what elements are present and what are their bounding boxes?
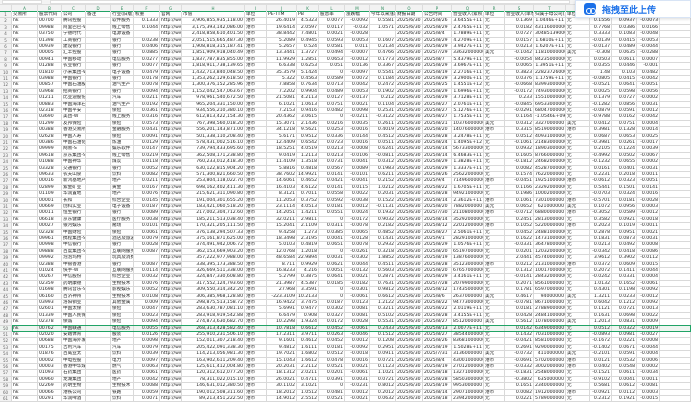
column-header-O[interactable]: O [396, 5, 423, 12]
select-all-corner[interactable] [0, 5, 12, 12]
formula-input[interactable] [50, 0, 570, 4]
cloud-upload-icon [584, 3, 596, 15]
column-header-C[interactable]: C [62, 5, 86, 12]
cell[interactable]: 2.5512 [297, 396, 319, 403]
cell[interactable] [86, 396, 111, 403]
column-header-Q[interactable]: Q [452, 5, 484, 12]
cell[interactable]: http://www [160, 396, 182, 403]
cell[interactable]: 2025/6/30 [396, 396, 423, 403]
cell[interactable]: 0.0071 [134, 396, 160, 403]
column-header-E[interactable]: E [111, 5, 134, 12]
column-header-L[interactable]: L [319, 5, 345, 12]
cell[interactable]: 饮料 [111, 396, 134, 403]
cell[interactable]: 元 [484, 396, 505, 403]
cell[interactable]: 5789000000 [534, 396, 566, 403]
column-header-K[interactable]: K [297, 5, 319, 12]
cell[interactable]: 0.0632 [370, 396, 396, 403]
cell[interactable]: 元 [566, 396, 590, 403]
column-header-I[interactable]: I [245, 5, 267, 12]
column-header-P[interactable]: P [423, 5, 452, 12]
column-header-A[interactable]: A [12, 5, 38, 12]
upload-drop-zone[interactable]: 拖拽至此上传 [575, 0, 691, 18]
cell[interactable]: 14.9012 [267, 396, 297, 403]
name-box[interactable] [2, 0, 42, 4]
column-header-G[interactable]: G [160, 5, 182, 12]
upload-label: 拖拽至此上传 [602, 5, 657, 16]
column-header-D[interactable]: D [86, 5, 111, 12]
cell[interactable]: 华润啤酒 [62, 396, 86, 403]
column-header-S[interactable]: S [505, 5, 534, 12]
cell[interactable]: 0.1921 [612, 396, 637, 403]
column-header-H[interactable]: H [182, 5, 245, 12]
row-number[interactable]: 61 [0, 396, 12, 403]
cell[interactable]: -0.0021 [345, 396, 370, 403]
column-header-N[interactable]: N [370, 5, 396, 12]
cell[interactable]: 00291 [38, 396, 62, 403]
table-row: 61hk00291华润啤酒 饮料0.0071http://www89,213,45… [0, 396, 691, 403]
column-header-F[interactable]: F [134, 5, 160, 12]
column-header-R[interactable]: R [484, 5, 505, 12]
column-header-M[interactable]: M [345, 5, 370, 12]
cell[interactable]: hk [12, 396, 38, 403]
cell[interactable]: 89,213,451,222.50 [182, 396, 245, 403]
cell[interactable]: 港币 [245, 396, 267, 403]
cell[interactable]: 0.0221 [505, 396, 534, 403]
column-header-B[interactable]: B [38, 5, 62, 12]
cell[interactable]: 23942000000 [452, 396, 484, 403]
cell[interactable]: 0.0521 [319, 396, 345, 403]
column-header-T[interactable]: T [534, 5, 566, 12]
column-header-J[interactable]: J [267, 5, 297, 12]
cell[interactable] [660, 396, 691, 403]
cell[interactable]: 0.2312 [590, 396, 612, 403]
cell[interactable]: -0.0015 [637, 396, 660, 403]
cell[interactable]: 2025/8/18 [423, 396, 452, 403]
